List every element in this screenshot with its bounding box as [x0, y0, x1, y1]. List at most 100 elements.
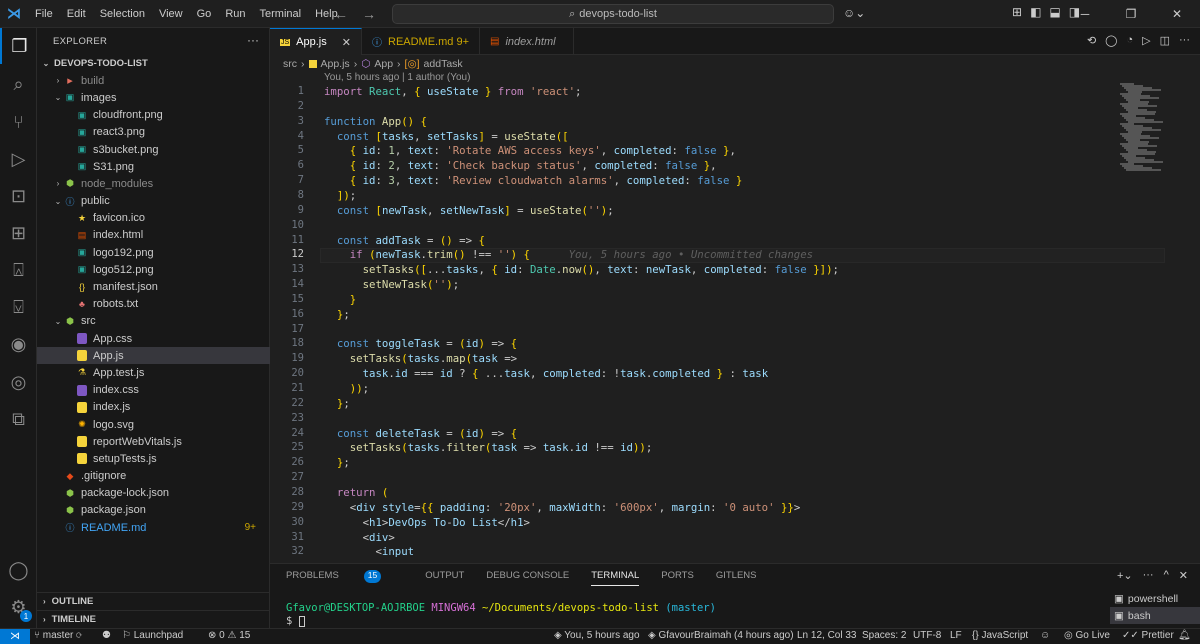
compare-changes-icon[interactable]: ⟲ [1087, 34, 1096, 47]
tab-output[interactable]: OUTPUT [425, 570, 464, 586]
blame-status[interactable]: ◈ You, 5 hours ago [554, 630, 640, 641]
prettier-status[interactable]: ✓✓ Prettier [1122, 630, 1174, 641]
close-panel-icon[interactable]: ✕ [1179, 569, 1188, 582]
terminal-powershell[interactable]: ▣ powershell [1110, 590, 1200, 607]
copilot-icon[interactable]: ☺⌄ [843, 6, 865, 20]
code-line[interactable]: setTasks([...tasks, { id: Date.now(), te… [324, 263, 839, 276]
settings-gear-icon[interactable]: ⚙ [0, 589, 37, 625]
code-line[interactable]: import React, { useState } from 'react'; [324, 85, 581, 98]
menu-go[interactable]: Go [190, 0, 219, 28]
code-line[interactable]: <div style={{ padding: '20px', maxWidth:… [324, 501, 801, 514]
code-line[interactable]: setNewTask(''); [324, 278, 460, 291]
extensions-icon[interactable]: ⊞ [0, 215, 37, 251]
code-line[interactable]: setTasks(tasks.filter(task => task.id !=… [324, 441, 653, 454]
code-line[interactable]: const addTask = () => { [324, 234, 485, 247]
new-terminal-icon[interactable]: +⌄ [1117, 569, 1133, 582]
code-line[interactable]: const [tasks, setTasks] = useState([ [324, 130, 569, 143]
tab-problems[interactable]: PROBLEMS 15 [286, 570, 403, 586]
close-window-icon[interactable]: ✕ [1154, 0, 1200, 28]
code-line[interactable]: <h1>DevOps To-Do List</h1> [324, 516, 530, 529]
tree-item[interactable]: reportWebVitals.js [37, 433, 270, 450]
tree-item[interactable]: › ▸ build [37, 72, 270, 89]
menu-terminal[interactable]: Terminal [253, 0, 309, 28]
menu-view[interactable]: View [152, 0, 190, 28]
tree-item[interactable]: ⌄ ⬢ src [37, 313, 270, 330]
encoding[interactable]: UTF-8 [913, 630, 941, 641]
branch-status[interactable]: ⑂ master ⟳ [34, 630, 82, 641]
more-actions-icon[interactable]: ··· [1143, 569, 1154, 582]
code-line[interactable]: <input [324, 545, 414, 558]
tree-item[interactable]: index.css [37, 382, 270, 399]
code-line[interactable]: { id: 3, text: 'Review cloudwatch alarms… [324, 174, 743, 187]
code-line[interactable]: { id: 2, text: 'Check backup status', co… [324, 159, 717, 172]
maximize-panel-icon[interactable]: ^ [1164, 569, 1169, 582]
tree-item[interactable]: App.css [37, 330, 270, 347]
code-editor[interactable]: 1 import React, { useState } from 'react'… [270, 83, 1200, 560]
tree-item[interactable]: ★ favicon.ico [37, 210, 270, 227]
tree-item[interactable]: ▣ logo512.png [37, 261, 270, 278]
command-center-search[interactable]: ⌕ devops-todo-list [392, 4, 834, 24]
tree-item[interactable]: ✺ logo.svg [37, 416, 270, 433]
menu-selection[interactable]: Selection [93, 0, 152, 28]
more-actions-icon[interactable]: ··· [1179, 34, 1190, 47]
code-line[interactable]: ]); [324, 189, 356, 202]
remote-explorer-icon[interactable]: ⊡ [0, 178, 37, 214]
tree-item[interactable]: setupTests.js [37, 450, 270, 467]
tab-readme[interactable]: ⓘ README.md 9+ [362, 28, 480, 55]
tab-debug-console[interactable]: DEBUG CONSOLE [486, 570, 569, 586]
restore-icon[interactable]: ❐ [1108, 0, 1154, 28]
code-line[interactable]: function App() { [324, 115, 427, 128]
tree-item[interactable]: ⬢ package-lock.json [37, 485, 270, 502]
problems-status[interactable]: ⊗ 0 ⚠ 15 [208, 630, 250, 641]
terminal-prompt[interactable]: Gfavor@DESKTOP-AOJRBOE MINGW64 ~/Documen… [286, 602, 716, 614]
tree-item[interactable]: ▣ logo192.png [37, 244, 270, 261]
tree-item[interactable]: App.js [37, 347, 270, 365]
toggle-panel-icon[interactable]: ⬓ [1049, 5, 1060, 19]
terminal-input-line[interactable]: $ [286, 615, 305, 627]
code-line[interactable]: )); [324, 382, 369, 395]
tree-item[interactable]: ▤ index.html [37, 227, 270, 244]
breadcrumb-component[interactable]: App [374, 58, 393, 70]
language-mode[interactable]: {} JavaScript [972, 630, 1028, 641]
indentation[interactable]: Spaces: 2 [862, 630, 906, 641]
code-line[interactable]: }; [324, 308, 350, 321]
breadcrumb-src[interactable]: src [283, 58, 297, 70]
codelens-blame[interactable]: You, 5 hours ago | 1 author (You) [324, 72, 470, 83]
live-share-icon[interactable]: ◎ [0, 364, 37, 400]
toggle-sidebar-icon[interactable]: ◧ [1030, 5, 1041, 19]
breadcrumb-file[interactable]: App.js [321, 58, 350, 70]
code-line[interactable]: const deleteTask = (id) => { [324, 427, 517, 440]
code-line[interactable]: return ( [324, 486, 388, 499]
back-arrow-icon[interactable]: ← [334, 6, 348, 22]
toggle-blame-icon[interactable]: ◔ [1126, 34, 1133, 47]
tree-item[interactable]: ⬢ package.json [37, 502, 270, 519]
aws-toolkit-icon[interactable]: ⍓ [0, 252, 37, 288]
code-line[interactable]: }; [324, 397, 350, 410]
customize-layout-icon[interactable]: ⊞ [1012, 5, 1022, 19]
testing-icon[interactable]: ⍌ [0, 289, 37, 325]
explorer-icon[interactable]: ❐ [0, 28, 37, 64]
tree-item[interactable]: index.js [37, 399, 270, 416]
code-line[interactable]: { id: 1, text: 'Rotate AWS access keys',… [324, 144, 736, 157]
containers-icon[interactable]: ⧉ [0, 401, 37, 437]
tree-item[interactable]: ▣ cloudfront.png [37, 107, 270, 124]
search-icon[interactable]: ⌕ [0, 66, 37, 102]
cursor-position[interactable]: Ln 12, Col 33 [797, 630, 857, 641]
minimize-icon[interactable]: ─ [1062, 0, 1108, 28]
tab-index-html[interactable]: ▤ index.html [480, 28, 574, 55]
split-editor-icon[interactable]: ◫ [1160, 34, 1170, 47]
terminal-bash[interactable]: ▣ bash [1110, 607, 1200, 624]
code-line[interactable]: task.id === id ? { ...task, completed: !… [324, 367, 769, 380]
close-icon[interactable]: ✕ [342, 36, 351, 49]
project-root[interactable]: ⌄ DEVOPS-TODO-LIST [37, 55, 270, 72]
source-control-icon[interactable]: ⑂ [0, 104, 37, 140]
tab-gitlens[interactable]: GITLENS [716, 570, 757, 586]
go-live-status[interactable]: ◎ Go Live [1064, 630, 1110, 641]
remote-indicator-icon[interactable]: ⋊ [0, 629, 30, 644]
tree-item[interactable]: {} manifest.json [37, 278, 270, 295]
tree-item[interactable]: ♣ robots.txt [37, 296, 270, 313]
tree-item[interactable]: ⌄ ⓘ public [37, 193, 270, 210]
code-line[interactable]: } [324, 293, 356, 306]
tree-item[interactable]: ▣ S31.png [37, 158, 270, 175]
tree-item[interactable]: ◆ .gitignore [37, 468, 270, 485]
